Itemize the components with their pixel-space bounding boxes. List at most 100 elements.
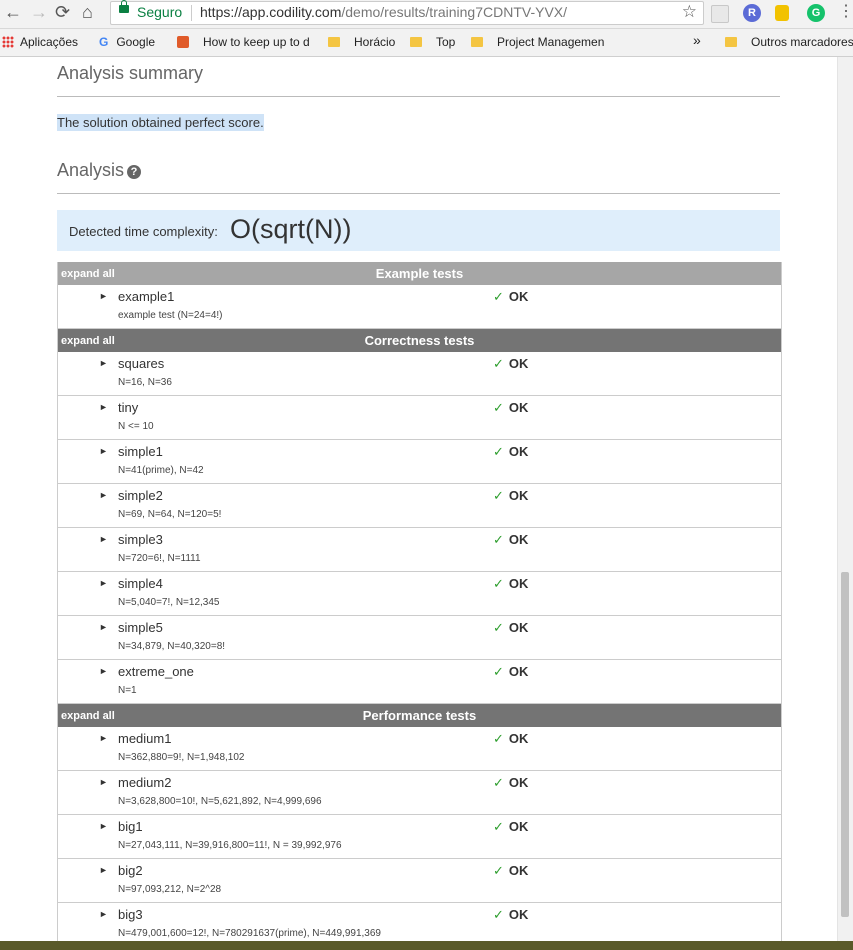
- lock-icon: [119, 0, 129, 13]
- test-name: medium2: [118, 775, 172, 790]
- check-icon: ✓: [493, 664, 504, 679]
- test-row[interactable]: ► simple3 N=720=6!, N=1111 ✓ OK: [58, 528, 781, 572]
- expand-triangle-icon[interactable]: ►: [99, 446, 108, 456]
- test-row[interactable]: ► big1 N=27,043,111, N=39,916,800=11!, N =…: [58, 815, 781, 859]
- test-status: ✓ OK: [493, 664, 528, 680]
- padlock-extension-icon[interactable]: [775, 5, 789, 21]
- test-name: extreme_one: [118, 664, 194, 679]
- group-header: expand all Example tests: [58, 262, 781, 285]
- bookmark-top[interactable]: Top: [410, 35, 455, 49]
- complexity-value: O(sqrt(N)): [230, 214, 352, 244]
- bookmark-horacio[interactable]: Horácio: [328, 35, 395, 49]
- expand-triangle-icon[interactable]: ►: [99, 733, 108, 743]
- bookmark-project-management[interactable]: Project Managemen: [471, 35, 604, 49]
- test-row[interactable]: ► extreme_one N=1 ✓ OK: [58, 660, 781, 704]
- check-icon: ✓: [493, 444, 504, 459]
- test-status: ✓ OK: [493, 907, 528, 923]
- status-text: OK: [508, 356, 529, 371]
- bookmark-apps[interactable]: Aplicações: [2, 35, 78, 49]
- test-row[interactable]: ► simple4 N=5,040=7!, N=12,345 ✓ OK: [58, 572, 781, 616]
- test-description: N=97,093,212, N=2^28: [118, 884, 222, 895]
- expand-triangle-icon[interactable]: ►: [99, 291, 108, 301]
- test-name: example1: [118, 289, 175, 304]
- extension-r-icon[interactable]: R: [743, 4, 761, 22]
- test-row[interactable]: ► example1 example test (N=24=4!) ✓ OK: [58, 285, 781, 329]
- bookmark-label: How to keep up to d: [203, 35, 310, 49]
- url-host: https://app.codility.com: [200, 4, 342, 20]
- test-description: N=362,880=9!, N=1,948,102: [118, 752, 245, 763]
- apps-grid-icon: [2, 36, 14, 48]
- test-row[interactable]: ► simple1 N=41(prime), N=42 ✓ OK: [58, 440, 781, 484]
- address-bar[interactable]: Seguro https://app.codility.com/demo/res…: [110, 0, 704, 25]
- check-icon: ✓: [493, 532, 504, 547]
- menu-icon[interactable]: ⋮: [838, 1, 853, 21]
- test-status: ✓ OK: [493, 775, 528, 791]
- test-row[interactable]: ► simple5 N=34,879, N=40,320=8! ✓ OK: [58, 616, 781, 660]
- bookmark-how-to-keep-up[interactable]: How to keep up to d: [177, 35, 310, 49]
- forward-button[interactable]: →: [30, 2, 48, 23]
- check-icon: ✓: [493, 356, 504, 371]
- analysis-heading-text: Analysis: [57, 160, 125, 180]
- bookmark-google[interactable]: G Google: [99, 35, 155, 49]
- url-text[interactable]: https://app.codility.com/demo/results/tr…: [200, 4, 567, 20]
- site-favicon-icon: [177, 36, 189, 48]
- expand-triangle-icon[interactable]: ►: [99, 909, 108, 919]
- more-bookmarks-button[interactable]: »: [693, 32, 701, 48]
- bookmark-star-icon[interactable]: ☆: [682, 2, 697, 22]
- bookmarks-bar: Aplicações G Google How to keep up to d H…: [0, 29, 853, 57]
- check-icon: ✓: [493, 289, 504, 304]
- bookmark-other[interactable]: Outros marcadores: [725, 35, 853, 49]
- status-text: OK: [508, 488, 529, 503]
- expand-triangle-icon[interactable]: ►: [99, 666, 108, 676]
- test-description: N=34,879, N=40,320=8!: [118, 641, 226, 652]
- vertical-scrollbar[interactable]: [837, 57, 853, 942]
- check-icon: ✓: [493, 620, 504, 635]
- home-button[interactable]: ⌂: [82, 2, 93, 23]
- test-name: squares: [118, 356, 165, 371]
- test-row[interactable]: ► squares N=16, N=36 ✓ OK: [58, 352, 781, 396]
- test-row[interactable]: ► big2 N=97,093,212, N=2^28 ✓ OK: [58, 859, 781, 903]
- google-icon: G: [99, 35, 109, 49]
- test-name: big3: [118, 907, 143, 922]
- bookmark-label: Top: [436, 35, 456, 49]
- test-description: example test (N=24=4!): [118, 310, 223, 321]
- tab-manager-icon[interactable]: [711, 5, 729, 23]
- status-text: OK: [508, 532, 529, 547]
- bookmark-label: Outros marcadores: [751, 35, 853, 49]
- test-row[interactable]: ► simple2 N=69, N=64, N=120=5! ✓ OK: [58, 484, 781, 528]
- test-row[interactable]: ► big3 N=479,001,600=12!, N=780291637(prim…: [58, 903, 781, 946]
- divider: [57, 193, 780, 194]
- reload-button[interactable]: ⟳: [55, 2, 70, 23]
- expand-triangle-icon[interactable]: ►: [99, 622, 108, 632]
- test-status: ✓ OK: [493, 444, 528, 460]
- expand-triangle-icon[interactable]: ►: [99, 578, 108, 588]
- expand-triangle-icon[interactable]: ►: [99, 865, 108, 875]
- test-description: N <= 10: [118, 421, 154, 432]
- status-text: OK: [508, 775, 529, 790]
- scrollbar-thumb[interactable]: [841, 572, 849, 917]
- expand-triangle-icon[interactable]: ►: [99, 402, 108, 412]
- address-separator: [191, 5, 192, 21]
- expand-triangle-icon[interactable]: ►: [99, 358, 108, 368]
- back-button[interactable]: ←: [4, 2, 22, 23]
- divider: [57, 96, 780, 97]
- test-row[interactable]: ► medium2 N=3,628,800=10!, N=5,621,892, N=…: [58, 771, 781, 815]
- expand-triangle-icon[interactable]: ►: [99, 534, 108, 544]
- status-text: OK: [508, 400, 529, 415]
- test-row[interactable]: ► medium1 N=362,880=9!, N=1,948,102 ✓ OK: [58, 727, 781, 771]
- expand-triangle-icon[interactable]: ►: [99, 490, 108, 500]
- expand-triangle-icon[interactable]: ►: [99, 821, 108, 831]
- test-name: simple4: [118, 576, 163, 591]
- help-icon[interactable]: ?: [127, 165, 142, 179]
- folder-icon: [328, 37, 340, 47]
- status-text: OK: [508, 664, 529, 679]
- status-text: OK: [508, 819, 529, 834]
- test-description: N=3,628,800=10!, N=5,621,892, N=4,999,69…: [118, 796, 322, 807]
- expand-triangle-icon[interactable]: ►: [99, 777, 108, 787]
- status-text: OK: [508, 907, 529, 922]
- secure-label: Seguro: [137, 4, 183, 20]
- extension-g-icon[interactable]: G: [807, 4, 825, 22]
- test-description: N=69, N=64, N=120=5!: [118, 509, 222, 520]
- test-status: ✓ OK: [493, 532, 528, 548]
- test-row[interactable]: ► tiny N <= 10 ✓ OK: [58, 396, 781, 440]
